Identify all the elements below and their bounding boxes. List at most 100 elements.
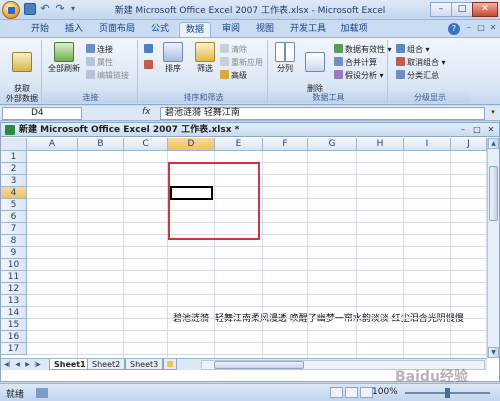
workbook-minimize-button[interactable]: – [457, 124, 469, 135]
page-layout-view-icon[interactable] [345, 387, 358, 398]
formula-input[interactable]: 碧池涟漪 轻舞江南 [160, 107, 485, 120]
expand-formula-bar-icon[interactable]: ▾ [488, 108, 498, 119]
get-external-data-button[interactable]: 获取 外部数据 [2, 42, 42, 104]
tab-view[interactable]: 视图 [251, 22, 279, 37]
filter-label: 筛选 [197, 64, 213, 73]
spreadsheet-grid[interactable]: 碧池涟漪 轻舞江南柔风漫透 唤醒了幽梦一帘水韵淡淡 红尘泪含光阴慢慢 ABCDE… [1, 138, 487, 358]
tab-formulas[interactable]: 公式 [146, 22, 174, 37]
column-header-j[interactable]: J [451, 138, 487, 151]
text-to-columns-icon [275, 42, 295, 62]
row-header-2[interactable]: 2 [1, 163, 27, 175]
column-header-g[interactable]: G [308, 138, 357, 151]
gridline-vertical [77, 151, 78, 358]
ribbon-close-icon[interactable]: ✕ [488, 23, 498, 33]
formula-bar: D4 fx 碧池涟漪 轻舞江南 ▾ [0, 106, 500, 121]
row-header-13[interactable]: 13 [1, 295, 27, 307]
window-title: 新建 Microsoft Office Excel 2007 工作表.xlsx … [114, 6, 386, 16]
subtotal-icon [396, 70, 405, 79]
zoom-slider-thumb[interactable] [445, 388, 450, 398]
column-header-f[interactable]: F [263, 138, 308, 151]
filter-button[interactable]: 筛选 [192, 42, 218, 74]
edit-links-button[interactable]: 编辑链接 [86, 70, 129, 81]
column-header-h[interactable]: H [357, 138, 404, 151]
row-header-6[interactable]: 6 [1, 211, 27, 223]
tab-page-layout[interactable]: 页面布局 [94, 22, 140, 37]
row-header-1[interactable]: 1 [1, 151, 27, 163]
sheet-tab-1[interactable]: Sheet1 [49, 359, 91, 370]
tab-developer[interactable]: 开发工具 [285, 22, 331, 37]
row-header-4[interactable]: 4 [1, 187, 27, 199]
workbook-restore-button[interactable]: □ [471, 124, 483, 135]
properties-button[interactable]: 属性 [86, 57, 113, 68]
gridline-horizontal [27, 342, 487, 343]
row-header-7[interactable]: 7 [1, 223, 27, 235]
next-sheet-icon[interactable]: ▶ [23, 360, 32, 369]
gridline-vertical [307, 151, 308, 358]
advanced-button[interactable]: 高级 [220, 70, 247, 81]
scroll-up-icon[interactable]: ▲ [488, 138, 499, 149]
cell-d4-text: 碧池涟漪 [173, 314, 210, 324]
excel-file-icon [5, 125, 15, 135]
gridline-vertical [403, 151, 404, 358]
vertical-scrollbar[interactable]: ▲ ▼ [487, 138, 499, 358]
tab-insert[interactable]: 插入 [60, 22, 88, 37]
what-if-button[interactable]: 假设分析 ▾ [334, 70, 384, 81]
name-box[interactable]: D4 [2, 107, 82, 120]
sheet-tab-3[interactable]: Sheet3 [125, 359, 164, 370]
sheet-tab-2[interactable]: Sheet2 [87, 359, 126, 370]
subtotal-button[interactable]: 分类汇总 [396, 70, 439, 81]
refresh-all-button[interactable]: 全部刷新 [46, 42, 82, 74]
consolidate-button[interactable]: 合并计算 [334, 57, 377, 68]
column-header-b[interactable]: B [78, 138, 124, 151]
data-validation-button[interactable]: 数据有效性 ▾ [334, 44, 392, 55]
row-header-8[interactable]: 8 [1, 235, 27, 247]
row-header-12[interactable]: 12 [1, 283, 27, 295]
scroll-down-icon[interactable]: ▼ [488, 347, 499, 358]
column-header-c[interactable]: C [124, 138, 168, 151]
row-header-16[interactable]: 16 [1, 331, 27, 343]
column-header-e[interactable]: E [215, 138, 263, 151]
select-all-corner[interactable] [1, 138, 27, 151]
text-to-columns-button[interactable]: 分列 [272, 42, 298, 74]
row-header-3[interactable]: 3 [1, 175, 27, 187]
row-header-17[interactable]: 17 [1, 343, 27, 355]
sort-za-button[interactable] [144, 60, 155, 71]
column-header-a[interactable]: A [27, 138, 78, 151]
sort-button[interactable]: 排序 [158, 42, 188, 74]
sort-az-button[interactable] [144, 44, 155, 55]
normal-view-icon[interactable] [330, 387, 343, 398]
row-header-5[interactable]: 5 [1, 199, 27, 211]
row-header-10[interactable]: 10 [1, 259, 27, 271]
row-header-14[interactable]: 14 [1, 307, 27, 319]
workbook-close-button[interactable]: ✕ [485, 124, 497, 135]
horizontal-scroll-thumb[interactable] [214, 361, 304, 369]
row-header-15[interactable]: 15 [1, 319, 27, 331]
first-sheet-icon[interactable]: ◀| [3, 360, 12, 369]
tab-review[interactable]: 审阅 [217, 22, 245, 37]
group-button[interactable]: 组合 ▾ [396, 44, 430, 55]
tab-addins[interactable]: 加载项 [336, 22, 372, 37]
connections-button[interactable]: 连接 [86, 44, 113, 55]
vertical-scroll-thumb[interactable] [489, 166, 498, 221]
fx-icon[interactable]: fx [142, 107, 151, 117]
close-button[interactable]: ✕ [472, 2, 498, 17]
help-icon[interactable]: ? [448, 23, 460, 35]
ribbon-restore-icon[interactable]: □ [476, 23, 486, 33]
macro-record-icon[interactable] [36, 388, 48, 398]
insert-sheet-icon[interactable] [163, 359, 177, 370]
column-header-d[interactable]: D [168, 138, 215, 151]
reapply-button[interactable]: 重新应用 [220, 57, 263, 68]
last-sheet-icon[interactable]: |▶ [33, 360, 42, 369]
zoom-level[interactable]: 100% [372, 387, 398, 397]
prev-sheet-icon[interactable]: ◀ [13, 360, 22, 369]
row-header-11[interactable]: 11 [1, 271, 27, 283]
tab-home[interactable]: 开始 [26, 22, 54, 37]
maximize-button[interactable]: □ [451, 2, 473, 17]
ribbon-minimize-icon[interactable]: – [464, 23, 474, 33]
row-header-9[interactable]: 9 [1, 247, 27, 259]
clear-button[interactable]: 清除 [220, 44, 247, 55]
tab-data[interactable]: 数据 [179, 22, 211, 37]
ungroup-button[interactable]: 取消组合 ▾ [396, 57, 446, 68]
minimize-button[interactable]: – [430, 2, 452, 17]
column-header-i[interactable]: I [404, 138, 451, 151]
